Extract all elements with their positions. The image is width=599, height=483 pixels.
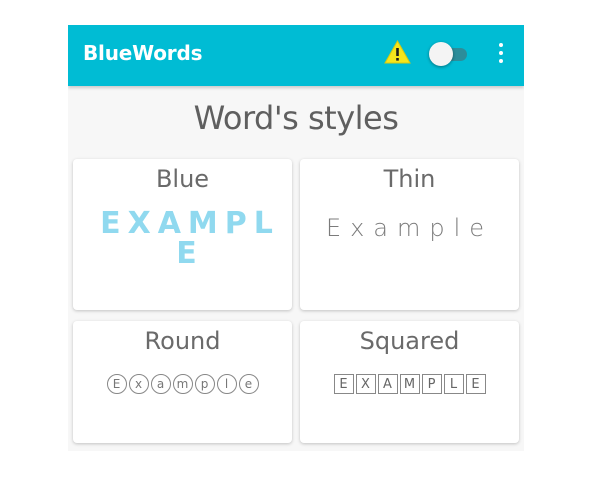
- app-bar: BlueWords: [68, 25, 524, 86]
- style-card-squared[interactable]: Squared EXAMPLE: [300, 321, 519, 443]
- blue-example-text: EXAMPLE: [100, 206, 280, 271]
- style-card-thin[interactable]: Thin Example: [300, 159, 519, 310]
- squared-example-text: EXAMPLE: [300, 374, 519, 394]
- example-letter: E: [106, 374, 127, 394]
- toggle-thumb: [429, 42, 453, 66]
- card-title: Blue: [155, 165, 210, 193]
- style-toggle-switch[interactable]: [429, 42, 469, 66]
- example-letter: A: [377, 374, 398, 394]
- style-card-blue[interactable]: Blue EXAMPLE: [73, 159, 292, 310]
- example-letter: E: [465, 374, 486, 394]
- round-example-text: Example: [73, 374, 292, 394]
- app-screen: BlueWords Word's styles Blue EXAMPLE Thi…: [68, 25, 524, 451]
- example-letter: L: [443, 374, 464, 394]
- card-title: Thin: [383, 165, 436, 193]
- example-letter: P: [421, 374, 442, 394]
- example-letter: X: [355, 374, 376, 394]
- card-title: Squared: [359, 327, 460, 355]
- example-letter: p: [194, 374, 215, 394]
- example-letter: M: [399, 374, 420, 394]
- example-letter: l: [216, 374, 237, 394]
- app-title: BlueWords: [83, 41, 203, 65]
- example-letter: m: [172, 374, 193, 394]
- page-title: Word's styles: [193, 99, 399, 137]
- example-letter: a: [150, 374, 171, 394]
- example-letter: e: [238, 374, 259, 394]
- more-vertical-icon[interactable]: [494, 40, 508, 66]
- example-letter: E: [333, 374, 354, 394]
- warning-icon[interactable]: [384, 39, 411, 64]
- example-letter: x: [128, 374, 149, 394]
- style-card-round[interactable]: Round Example: [73, 321, 292, 443]
- card-title: Round: [144, 327, 221, 355]
- thin-example-text: Example: [325, 214, 494, 242]
